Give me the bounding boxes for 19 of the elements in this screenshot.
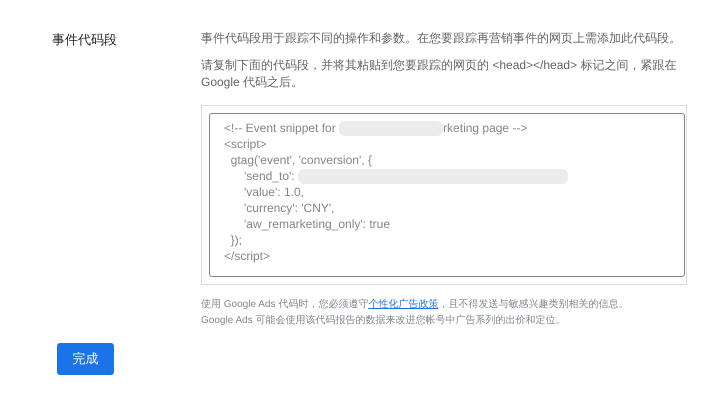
footnote-text: ，且不得发送与敏感兴趣类别相关的信息。 [438, 299, 628, 310]
code-text: rketing page --> [443, 120, 528, 137]
section-label: 事件代码段 [52, 31, 118, 49]
footnote-text: 使用 Google Ads 代码时，您必须遵守 [201, 299, 368, 310]
code-text: }); [230, 232, 242, 249]
footnote-text: Google Ads 可能会使用该代码报告的数据来改进您帐号中广告系列的出价和定位。 [201, 314, 566, 328]
code-field[interactable]: <!-- Event snippet for rketing page --> <script> gtag('event', 'conversion', { 'send_to': 'value': 1.0, 'currency': 'CNY', 'aw_remarketing_only': true }); </script> [209, 113, 685, 277]
code-text: gtag('event', 'conversion', { [230, 152, 372, 169]
code-text: <script> [224, 136, 267, 153]
description-text: 请复制下面的代码段，并将其粘贴到您要跟踪的网页的 <head></head> 标记之间，紧跟在 Google 代码之后。 [201, 57, 678, 91]
code-text: </script> [224, 248, 270, 265]
code-text: 'value': 1.0, [243, 184, 304, 201]
code-text: 'send_to': [243, 168, 296, 185]
code-text: 'aw_remarketing_only': true [243, 216, 390, 233]
done-button[interactable]: 完成 [57, 343, 114, 375]
description-text: 事件代码段用于跟踪不同的操作和参数。在您要跟踪再营销事件的网页上需添加此代码段。 [201, 30, 682, 47]
code-text: <!-- Event snippet for [224, 120, 337, 137]
code-text: 'currency': 'CNY', [243, 200, 335, 217]
policy-link[interactable]: 个性化广告政策 [368, 299, 438, 310]
